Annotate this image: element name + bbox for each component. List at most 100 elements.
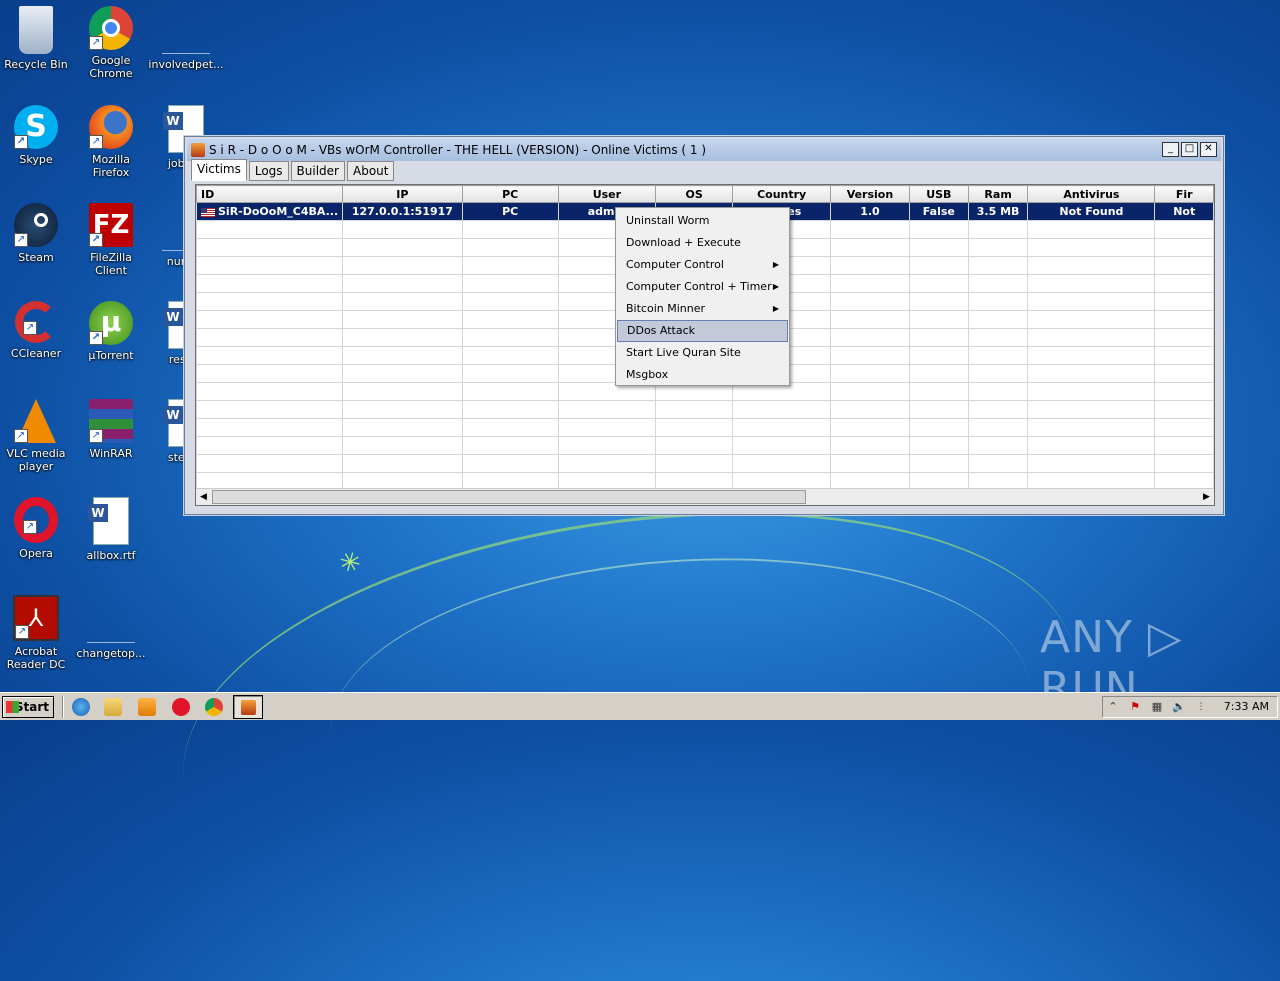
column-header-ram[interactable]: Ram [967, 185, 1029, 203]
column-header-country[interactable]: Country [732, 185, 832, 203]
empty-cell [342, 328, 463, 347]
column-header-firewall[interactable]: Fir [1154, 185, 1214, 203]
menu-item-label: DDos Attack [627, 324, 696, 337]
chrome-quicklaunch-icon[interactable] [205, 698, 223, 716]
volume-icon[interactable]: 🔈 [1172, 700, 1186, 714]
desktop-icon-vlc[interactable]: ↗ VLC media player [0, 399, 74, 473]
scroll-left-icon[interactable]: ◀ [196, 490, 211, 504]
desktop-icon-acrobat[interactable]: ⅄ ↗ Acrobat Reader DC [0, 595, 74, 671]
shortcut-arrow-icon: ↗ [14, 429, 28, 443]
desktop-icon-winrar[interactable]: ↗ WinRAR [73, 399, 149, 460]
recycle-bin-icon [19, 6, 53, 54]
shortcut-arrow-icon: ↗ [89, 331, 103, 345]
taskbar-app-controller[interactable] [233, 695, 263, 719]
empty-cell [830, 454, 910, 473]
shortcut-arrow-icon: ↗ [23, 520, 37, 534]
column-header-pc[interactable]: PC [461, 185, 559, 203]
start-button[interactable]: Start [2, 696, 54, 718]
cell-version: 1.0 [830, 202, 910, 221]
empty-cell [967, 238, 1029, 257]
empty-cell [196, 400, 344, 419]
empty-cell [967, 400, 1029, 419]
tab-logs[interactable]: Logs [248, 161, 289, 181]
opera-quicklaunch-icon[interactable] [172, 698, 190, 716]
window-titlebar[interactable]: S i R - D o O o M - VBs wOrM Controller … [187, 139, 1221, 161]
column-header-ip[interactable]: IP [342, 185, 463, 203]
action-center-flag-icon[interactable]: ⚑ [1128, 700, 1142, 714]
desktop-icon-utorrent[interactable]: µ ↗ µTorrent [73, 301, 149, 362]
ie-quicklaunch-icon[interactable] [72, 698, 90, 716]
context-menu: Uninstall Worm Download + Execute Comput… [615, 207, 790, 386]
empty-cell [1027, 220, 1156, 239]
column-header-version[interactable]: Version [830, 185, 910, 203]
close-button[interactable]: ✕ [1200, 142, 1217, 157]
empty-cell [1154, 274, 1214, 293]
desktop-icon-recycle-bin[interactable]: Recycle Bin [0, 6, 74, 71]
empty-cell [1027, 256, 1156, 275]
desktop-icon-ccleaner[interactable]: ↗ CCleaner [0, 301, 74, 360]
menu-item-download-execute[interactable]: Download + Execute [617, 232, 788, 254]
desktop-icon-skype[interactable]: S ↗ Skype [0, 105, 74, 166]
winrar-icon: ↗ [89, 399, 133, 443]
empty-cell [1154, 364, 1214, 383]
column-header-os[interactable]: OS [655, 185, 734, 203]
empty-cell [1154, 292, 1214, 311]
empty-cell [908, 400, 969, 419]
column-header-usb[interactable]: USB [908, 185, 969, 203]
empty-cell [1154, 238, 1214, 257]
desktop-icon-filezilla[interactable]: FZ ↗ FileZilla Client [73, 203, 149, 277]
empty-table-row [196, 418, 1214, 437]
tab-strip: Victims Logs Builder About [191, 159, 395, 181]
network-icon[interactable]: ▦ [1150, 700, 1164, 714]
tab-about[interactable]: About [347, 161, 395, 181]
clock[interactable]: 7:33 AM [1224, 700, 1269, 713]
column-header-antivirus[interactable]: Antivirus [1027, 185, 1156, 203]
menu-item-bitcoin-minner[interactable]: Bitcoin Minner ▶ [617, 298, 788, 320]
desktop-icon-involvedpet[interactable]: involvedpet... [148, 6, 224, 71]
empty-cell [967, 454, 1029, 473]
scrollbar-thumb[interactable] [212, 490, 806, 504]
shortcut-arrow-icon: ↗ [89, 429, 103, 443]
scroll-right-icon[interactable]: ▶ [1199, 490, 1214, 504]
menu-item-ddos-attack[interactable]: DDos Attack [617, 320, 788, 342]
shortcut-arrow-icon: ↗ [14, 233, 28, 247]
menu-item-uninstall-worm[interactable]: Uninstall Worm [617, 210, 788, 232]
menu-item-computer-control-timer[interactable]: Computer Control + Timer ▶ [617, 276, 788, 298]
empty-cell [1154, 418, 1214, 437]
empty-cell [461, 274, 559, 293]
vlc-icon: ↗ [14, 399, 56, 443]
submenu-arrow-icon: ▶ [772, 282, 779, 291]
empty-table-row [196, 454, 1214, 473]
horizontal-scrollbar[interactable]: ◀ ▶ [196, 488, 1214, 505]
empty-cell [1027, 328, 1156, 347]
menu-item-msgbox[interactable]: Msgbox [617, 364, 788, 386]
empty-cell [655, 454, 734, 473]
empty-cell [461, 256, 559, 275]
minimize-button[interactable]: _ [1162, 142, 1179, 157]
menu-item-label: Bitcoin Minner [626, 302, 705, 315]
desktop-icon-firefox[interactable]: ↗ Mozilla Firefox [73, 105, 149, 179]
desktop-icon-steam[interactable]: ↗ Steam [0, 203, 74, 264]
column-header-user[interactable]: User [557, 185, 657, 203]
desktop-icon-opera[interactable]: ↗ Opera [0, 497, 74, 560]
column-header-id[interactable]: ID [196, 185, 344, 203]
menu-item-computer-control[interactable]: Computer Control ▶ [617, 254, 788, 276]
empty-cell [967, 274, 1029, 293]
empty-cell [732, 436, 832, 455]
tab-builder[interactable]: Builder [290, 161, 345, 181]
empty-cell [196, 310, 344, 329]
empty-cell [342, 436, 463, 455]
tab-victims[interactable]: Victims [191, 159, 247, 181]
explorer-quicklaunch-icon[interactable] [104, 698, 122, 716]
shortcut-arrow-icon: ↗ [89, 233, 103, 247]
desktop-icon-chrome[interactable]: ↗ Google Chrome [73, 6, 149, 80]
empty-cell [732, 454, 832, 473]
tray-expand-icon[interactable]: ⌃ [1106, 700, 1120, 714]
empty-cell [1154, 436, 1214, 455]
maximize-button[interactable]: □ [1181, 142, 1198, 157]
word-doc-icon: W [88, 497, 129, 545]
desktop-icon-allbox[interactable]: W allbox.rtf [73, 497, 149, 562]
media-player-quicklaunch-icon[interactable] [138, 698, 156, 716]
menu-item-start-live-quran-site[interactable]: Start Live Quran Site [617, 342, 788, 364]
desktop-icon-changetop[interactable]: changetop... [73, 595, 149, 660]
